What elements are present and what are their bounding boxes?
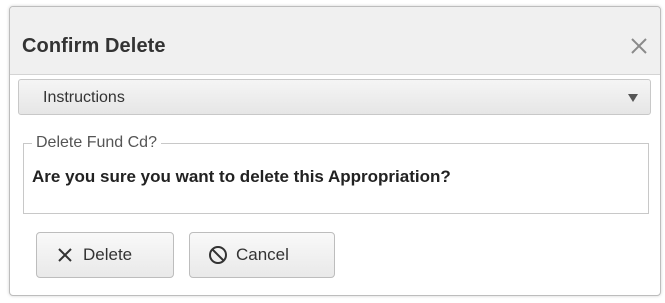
delete-fieldset: Delete Fund Cd? Are you sure you want to… [23,134,649,214]
instructions-label: Instructions [43,89,125,106]
cancel-button[interactable]: Cancel [189,232,335,278]
dialog-title: Confirm Delete [22,35,166,57]
x-icon [55,245,75,265]
cancel-button-label: Cancel [236,245,289,264]
confirm-delete-dialog: Confirm Delete Instructions Delete Fund … [9,6,661,296]
caret-down-icon [628,94,638,102]
fieldset-legend: Delete Fund Cd? [32,134,161,152]
ban-icon [208,245,228,265]
dialog-header: Confirm Delete [10,7,660,75]
instructions-accordion[interactable]: Instructions [18,79,651,115]
delete-button[interactable]: Delete [36,232,174,278]
delete-button-label: Delete [83,245,133,264]
confirm-message: Are you sure you want to delete this App… [32,167,451,186]
close-button[interactable] [628,35,650,57]
close-icon [628,35,650,57]
